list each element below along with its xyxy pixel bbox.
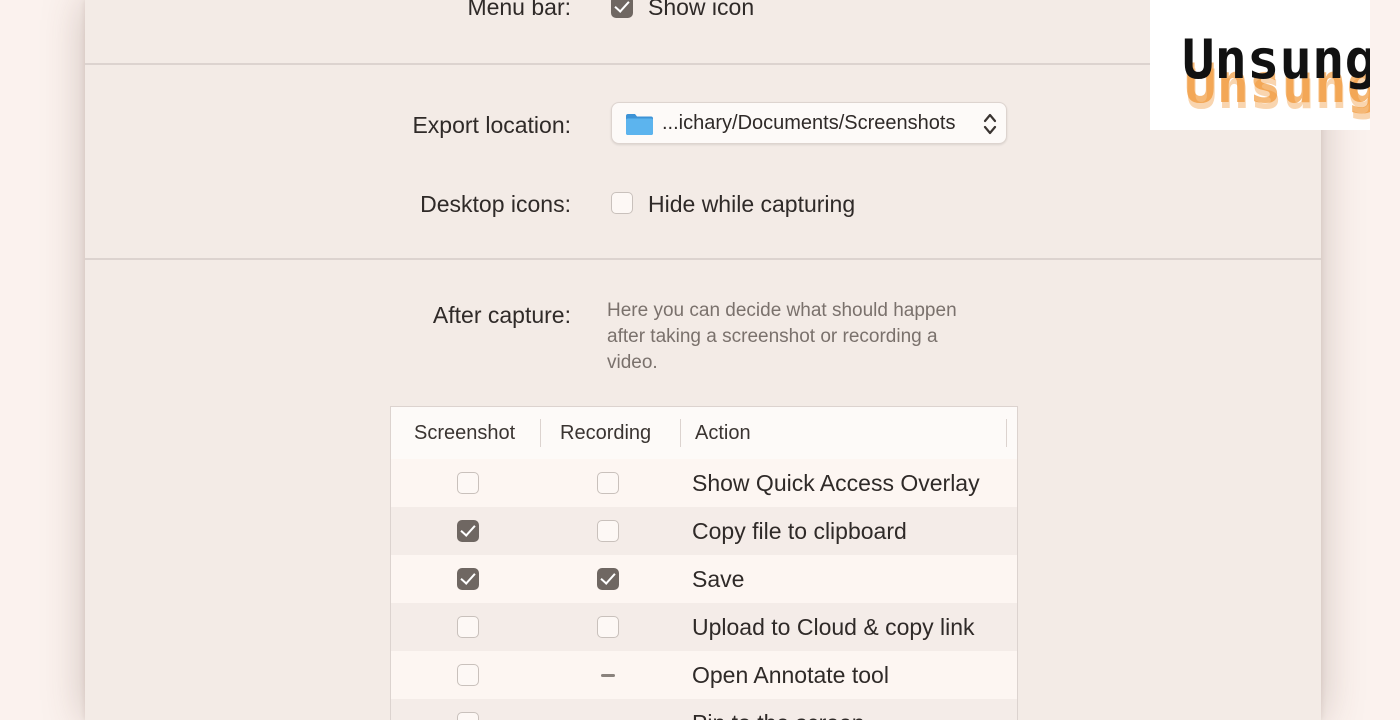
column-header-action[interactable]: Action — [695, 422, 751, 445]
action-label: Upload to Cloud & copy link — [692, 614, 975, 640]
export-location-popup[interactable]: ...ichary/Documents/Screenshots — [611, 102, 1007, 144]
after-capture-table: Screenshot Recording Action Show Quick A… — [390, 406, 1018, 720]
section-divider — [85, 63, 1321, 65]
show-icon-checkbox[interactable] — [611, 0, 633, 18]
column-header-recording[interactable]: Recording — [560, 422, 651, 445]
table-row: Pin to the screen — [391, 699, 1017, 720]
screenshot-annotate-checkbox[interactable] — [457, 664, 479, 686]
screenshot-upload-cloud-checkbox[interactable] — [457, 616, 479, 638]
hide-while-capturing-checkbox[interactable] — [611, 192, 633, 214]
up-down-chevron-icon — [983, 113, 997, 135]
table-row: Show Quick Access Overlay — [391, 459, 1017, 507]
hide-while-capturing-label: Hide while capturing — [648, 191, 856, 217]
table-row: Save — [391, 555, 1017, 603]
logo-text: Unsung — [1182, 28, 1370, 91]
show-icon-label: Show icon — [648, 0, 755, 20]
after-capture-description: Here you can decide what should happen a… — [607, 300, 957, 373]
export-location-label: Export location: — [412, 112, 571, 138]
column-separator — [540, 419, 541, 447]
column-separator — [1006, 419, 1007, 447]
export-path: ...ichary/Documents/Screenshots — [662, 112, 956, 134]
screenshot-save-checkbox[interactable] — [457, 568, 479, 590]
recording-unavailable-dash — [601, 674, 615, 677]
column-header-screenshot[interactable]: Screenshot — [414, 422, 515, 445]
action-label: Copy file to clipboard — [692, 518, 907, 544]
recording-save-checkbox[interactable] — [597, 568, 619, 590]
table-header: Screenshot Recording Action — [391, 407, 1017, 460]
screenshot-quick-access-checkbox[interactable] — [457, 472, 479, 494]
desktop-icons-label: Desktop icons: — [420, 191, 571, 217]
table-row: Open Annotate tool — [391, 651, 1017, 699]
recording-copy-clipboard-checkbox[interactable] — [597, 520, 619, 542]
unsung-logo-mark: Unsung Unsung Unsung — [1182, 28, 1380, 121]
action-label: Show Quick Access Overlay — [692, 470, 980, 496]
action-label: Pin to the screen — [692, 710, 865, 720]
screenshot-pin-checkbox[interactable] — [457, 712, 479, 720]
after-capture-label: After capture: — [432, 302, 571, 328]
column-separator — [680, 419, 681, 447]
screenshot-copy-clipboard-checkbox[interactable] — [457, 520, 479, 542]
action-label: Open Annotate tool — [692, 662, 889, 688]
recording-upload-cloud-checkbox[interactable] — [597, 616, 619, 638]
table-row: Upload to Cloud & copy link — [391, 603, 1017, 651]
action-label: Save — [692, 566, 745, 592]
settings-panel: Menu bar: Show icon Export location: ...… — [85, 0, 1321, 720]
folder-icon — [626, 114, 653, 135]
section-divider — [85, 258, 1321, 260]
unsung-logo: Unsung Unsung Unsung — [1150, 0, 1380, 130]
recording-quick-access-checkbox[interactable] — [597, 472, 619, 494]
table-row: Copy file to clipboard — [391, 507, 1017, 555]
menu-bar-label: Menu bar: — [467, 0, 571, 20]
